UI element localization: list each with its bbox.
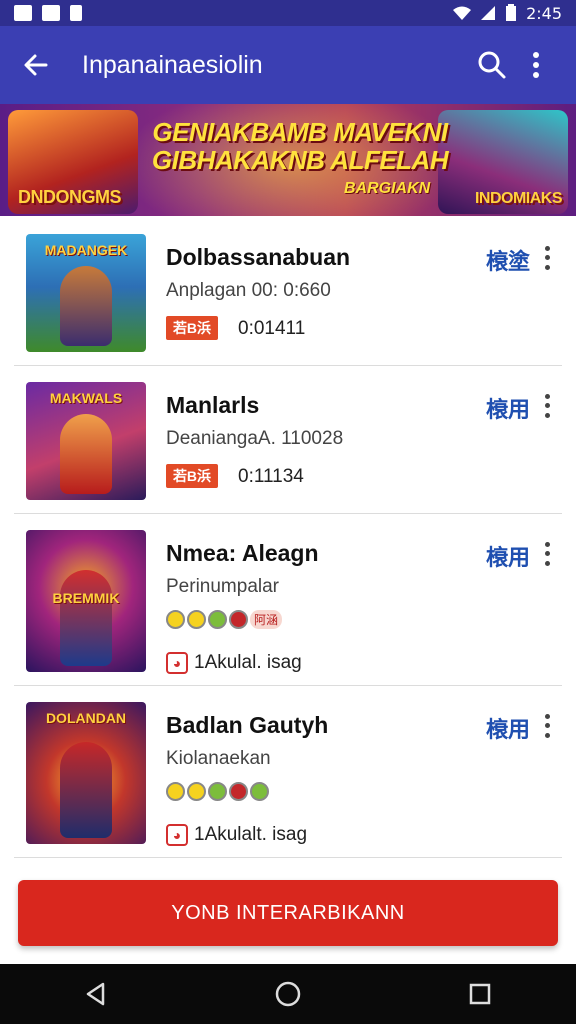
game-meta: Perinumpalar bbox=[166, 576, 279, 597]
thumbnail-figure bbox=[60, 414, 112, 494]
list-item[interactable]: MADANGEK Dolbassanabuan Anplagan 00: 0:6… bbox=[14, 218, 562, 366]
thumbnail-figure bbox=[60, 266, 112, 346]
image-icon bbox=[14, 5, 32, 21]
list-item[interactable]: BREMMIK Nmea: Aleagn Perinumpalar 阿涵 ◕ 1… bbox=[14, 514, 562, 686]
game-meta: Anplagan 00: 0:660 bbox=[166, 280, 331, 301]
nav-recents-icon[interactable] bbox=[460, 974, 500, 1014]
list-item[interactable]: DOLANDAN Badlan Gautyh Kiolanaekan ◕ 1Ak… bbox=[14, 686, 562, 858]
game-name: Dolbassanabuan bbox=[166, 244, 351, 270]
more-vertical-icon[interactable] bbox=[538, 244, 556, 272]
game-badge: 若B浜 bbox=[166, 316, 218, 340]
chip-green-icon bbox=[208, 782, 227, 801]
thumbnail-label: BREMMIK bbox=[52, 590, 120, 606]
game-rating: ◕ 1Akulal. isag bbox=[166, 652, 302, 674]
banner-subtext: BARGIAKN bbox=[344, 180, 431, 197]
status-bar: 2:45 bbox=[0, 0, 576, 26]
banner-headline-line1: GENIAKBAMB MAVEKNI bbox=[152, 117, 448, 147]
game-thumbnail[interactable]: BREMMIK bbox=[26, 530, 146, 672]
install-button[interactable]: 榱用 bbox=[486, 712, 530, 744]
game-count: 0:01411 bbox=[238, 318, 306, 339]
rating-text: 1Akulalt. isag bbox=[194, 824, 308, 845]
app-screen: 2:45 Inpanainaesiolin DNDONGMS INDOMIAKS… bbox=[0, 0, 576, 1024]
app-bar: Inpanainaesiolin bbox=[0, 26, 576, 104]
chip-tag: 阿涵 bbox=[250, 610, 283, 629]
game-name: Manlarls bbox=[166, 392, 260, 418]
game-rating: ◕ 1Akulalt. isag bbox=[166, 824, 307, 846]
message-icon bbox=[42, 5, 60, 21]
thumbnail-label: MAKWALS bbox=[49, 390, 123, 406]
install-button[interactable]: 榱塗 bbox=[486, 244, 530, 276]
banner-headline: GENIAKBAMB MAVEKNI GIBHAKAKNB ALFELAH bbox=[150, 118, 450, 174]
more-vertical-icon[interactable] bbox=[514, 43, 558, 87]
nav-home-icon[interactable] bbox=[268, 974, 308, 1014]
chip-green-icon bbox=[250, 782, 269, 801]
search-icon[interactable] bbox=[470, 43, 514, 87]
game-feature-chips bbox=[166, 782, 269, 801]
game-meta: Kiolanaekan bbox=[166, 748, 271, 769]
chip-red-icon bbox=[229, 782, 248, 801]
game-thumbnail[interactable]: MADANGEK bbox=[26, 234, 146, 352]
nav-back-icon[interactable] bbox=[76, 974, 116, 1014]
install-button[interactable]: 榱用 bbox=[486, 540, 530, 572]
game-list: MADANGEK Dolbassanabuan Anplagan 00: 0:6… bbox=[0, 218, 576, 858]
game-name: Nmea: Aleagn bbox=[166, 540, 319, 566]
location-icon bbox=[70, 5, 82, 21]
rating-icon: ◕ bbox=[166, 824, 188, 846]
arrow-left-icon[interactable] bbox=[18, 47, 54, 83]
banner-logo-left: DNDONGMS bbox=[18, 187, 122, 207]
page-title: Inpanainaesiolin bbox=[82, 50, 263, 79]
status-time: 2:45 bbox=[526, 3, 562, 23]
list-item[interactable]: MAKWALS Manlarls DeaniangaA. 110028 若B浜 … bbox=[14, 366, 562, 514]
wifi-icon bbox=[453, 6, 472, 20]
more-vertical-icon[interactable] bbox=[538, 540, 556, 568]
game-meta: DeaniangaA. 110028 bbox=[166, 428, 344, 449]
chip-green-icon bbox=[208, 610, 227, 629]
more-vertical-icon[interactable] bbox=[538, 392, 556, 420]
banner-logo-right: INDOMIAKS bbox=[474, 190, 563, 207]
chip-yellow-icon bbox=[187, 782, 206, 801]
game-count: 0:11134 bbox=[238, 466, 304, 487]
chip-yellow-icon bbox=[187, 610, 206, 629]
game-feature-chips: 阿涵 bbox=[166, 610, 283, 629]
promo-banner[interactable]: DNDONGMS INDOMIAKS GENIAKBAMB MAVEKNI GI… bbox=[0, 104, 576, 216]
thumbnail-figure bbox=[60, 570, 112, 666]
battery-icon bbox=[506, 4, 517, 21]
game-thumbnail[interactable]: MAKWALS bbox=[26, 382, 146, 500]
primary-cta-button[interactable]: YONB INTERARBIKANN bbox=[18, 880, 558, 946]
status-right: 2:45 bbox=[452, 4, 562, 23]
signal-icon bbox=[481, 6, 496, 20]
game-name: Badlan Gautyh bbox=[166, 712, 329, 738]
chip-yellow-icon bbox=[166, 610, 185, 629]
thumbnail-figure bbox=[60, 742, 112, 838]
chip-yellow-icon bbox=[166, 782, 185, 801]
game-badge: 若B浜 bbox=[166, 464, 218, 488]
rating-text: 1Akulal. isag bbox=[194, 652, 302, 673]
game-thumbnail[interactable]: DOLANDAN bbox=[26, 702, 146, 844]
install-button[interactable]: 榱用 bbox=[486, 392, 530, 424]
chip-red-icon bbox=[229, 610, 248, 629]
thumbnail-label: MADANGEK bbox=[44, 242, 128, 258]
status-left-icons bbox=[14, 5, 82, 21]
banner-headline-line2: GIBHAKAKNB ALFELAH bbox=[151, 145, 449, 175]
thumbnail-label: DOLANDAN bbox=[45, 710, 127, 726]
more-vertical-icon[interactable] bbox=[538, 712, 556, 740]
rating-icon: ◕ bbox=[166, 652, 188, 674]
system-nav-bar bbox=[0, 964, 576, 1024]
